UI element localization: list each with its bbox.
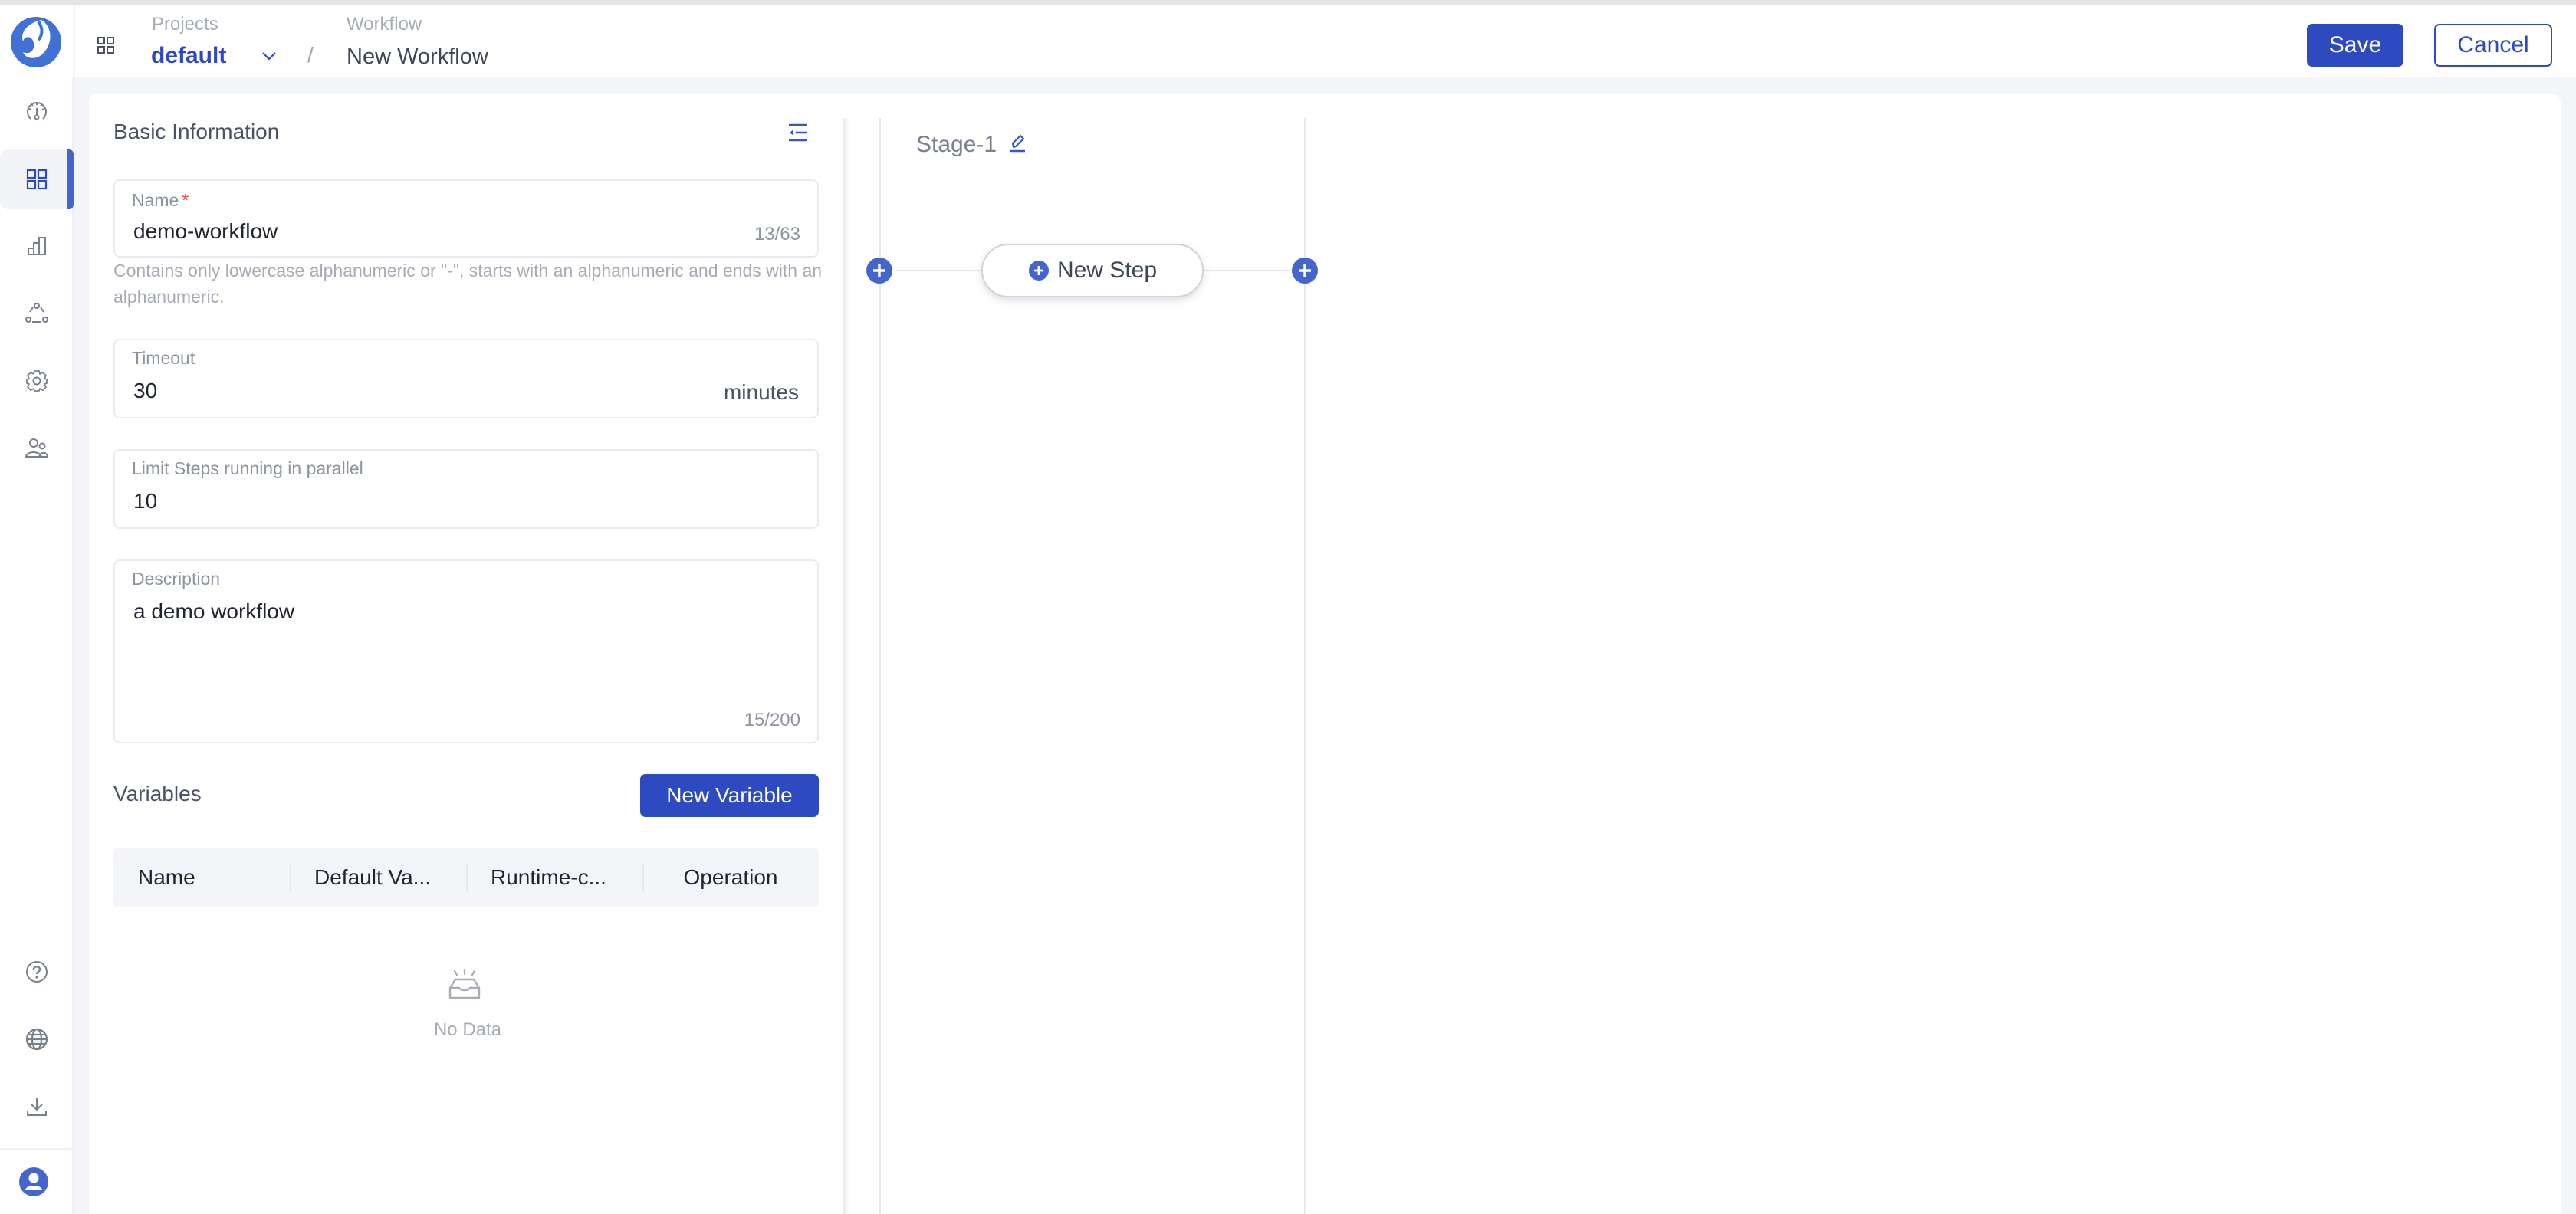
cluster-nodes-icon: [25, 303, 48, 323]
sidebar-bottom-divider: [0, 1148, 74, 1150]
sidebar-item-members[interactable]: [0, 418, 74, 478]
apps-grid-icon[interactable]: [97, 37, 114, 54]
description-field[interactable]: Description a demo workflow 15/200: [113, 559, 819, 743]
basic-info-title: Basic Information: [113, 120, 280, 143]
column-header-runtime-configurable[interactable]: Runtime-c...: [466, 848, 642, 907]
save-button[interactable]: Save: [2307, 24, 2404, 67]
gear-icon: [26, 370, 48, 392]
description-char-count: 15/200: [744, 710, 800, 730]
timeout-input[interactable]: [133, 379, 593, 403]
collapse-panel-icon[interactable]: [787, 121, 810, 144]
name-hint: Contains only lowercase alphanumeric or …: [113, 261, 823, 307]
dashboard-gauge-icon: [27, 102, 47, 120]
timeout-field[interactable]: Timeout minutes: [113, 339, 819, 418]
empty-inbox-icon: [449, 969, 481, 999]
project-selector[interactable]: default: [151, 43, 226, 69]
chevron-down-icon[interactable]: [261, 51, 278, 61]
sidebar-item-help[interactable]: [0, 942, 74, 1002]
sidebar-divider: [74, 5, 75, 81]
add-stage-before-button[interactable]: [866, 257, 893, 284]
logo-icon[interactable]: [8, 12, 64, 69]
name-field[interactable]: Name* 13/63: [113, 179, 819, 258]
top-bar: Projects default / Workflow New Workflow…: [0, 0, 2576, 81]
edit-pencil-icon[interactable]: [1007, 133, 1027, 153]
column-header-default-value[interactable]: Default Va...: [290, 848, 466, 907]
breadcrumb-workflow-name: New Workflow: [347, 44, 488, 69]
help-icon: [26, 961, 48, 983]
breadcrumb-projects-label: Projects: [152, 14, 219, 34]
sidebar: [0, 77, 74, 1214]
user-avatar-icon[interactable]: [18, 1166, 49, 1197]
column-header-name[interactable]: Name: [113, 848, 290, 907]
timeout-unit: minutes: [723, 380, 799, 404]
breadcrumb-workflow-label: Workflow: [347, 14, 422, 34]
stage-title: Stage-1: [916, 132, 997, 157]
sidebar-item-download[interactable]: [0, 1077, 74, 1137]
description-label: Description: [132, 569, 221, 589]
name-label: Name *: [132, 190, 189, 210]
empty-state-text: No Data: [433, 1019, 502, 1040]
users-icon: [25, 438, 48, 458]
column-header-operation[interactable]: Operation: [642, 848, 819, 907]
timeout-label: Timeout: [132, 348, 196, 368]
required-mark: *: [182, 190, 189, 210]
sidebar-item-projects[interactable]: [0, 149, 74, 209]
stage-connector-right: [1202, 270, 1291, 271]
download-icon: [27, 1098, 47, 1116]
name-input[interactable]: [133, 219, 670, 244]
sidebar-item-monitoring[interactable]: [0, 216, 74, 276]
sidebar-item-settings[interactable]: [0, 351, 74, 411]
sidebar-item-dashboard[interactable]: [0, 81, 74, 141]
plus-circle-icon: [1028, 261, 1049, 281]
cancel-button[interactable]: Cancel: [2434, 24, 2552, 67]
apps-grid-icon: [26, 169, 48, 190]
form-canvas-divider: [843, 118, 849, 1214]
parallel-limit-field[interactable]: Limit Steps running in parallel: [113, 449, 819, 529]
name-char-count: 13/63: [754, 224, 800, 244]
parallel-limit-label: Limit Steps running in parallel: [132, 458, 363, 478]
new-variable-button[interactable]: New Variable: [640, 774, 819, 817]
new-step-button[interactable]: New Step: [981, 244, 1204, 297]
variables-title: Variables: [113, 782, 202, 806]
add-stage-after-button[interactable]: [1291, 257, 1319, 284]
sidebar-item-clusters[interactable]: [0, 284, 74, 343]
globe-icon: [25, 1028, 48, 1051]
new-step-label: New Step: [1056, 258, 1158, 283]
breadcrumb-separator: /: [307, 43, 314, 67]
parallel-limit-input[interactable]: [133, 489, 593, 513]
description-textarea[interactable]: a demo workflow: [133, 599, 793, 691]
sidebar-item-language[interactable]: [0, 1009, 74, 1069]
variables-table-header: Name Default Va... Runtime-c... Operatio…: [113, 848, 819, 907]
stage-connector-left: [894, 270, 983, 271]
bar-chart-icon: [28, 237, 46, 255]
